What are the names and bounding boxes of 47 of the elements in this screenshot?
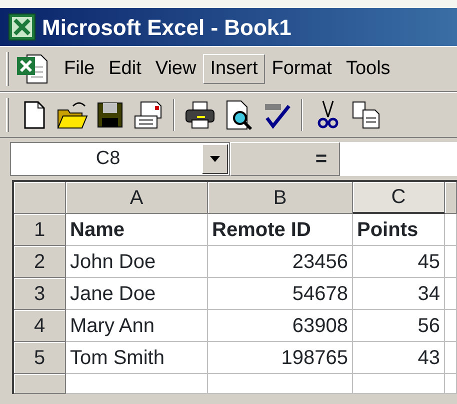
- window-title: Microsoft Excel - Book1: [42, 14, 292, 42]
- excel-logo-icon: [8, 13, 36, 41]
- table-cell: Name: [66, 214, 208, 246]
- menu-item[interactable]: File: [57, 54, 102, 84]
- row-header[interactable]: 5: [14, 342, 66, 374]
- column-header[interactable]: B: [208, 182, 353, 214]
- table-cell: [445, 310, 457, 342]
- table-cell: [445, 246, 457, 278]
- dropdown-button[interactable]: [202, 144, 228, 174]
- row-header[interactable]: 2: [14, 246, 66, 278]
- name-box[interactable]: C8: [10, 142, 230, 176]
- formula-field[interactable]: [340, 142, 457, 176]
- table-cell: Points: [353, 214, 445, 246]
- row-header[interactable]: [14, 374, 66, 394]
- menu-item[interactable]: Format: [264, 54, 339, 84]
- row-header[interactable]: 4: [14, 310, 66, 342]
- workbook-icon[interactable]: [15, 53, 49, 85]
- table-cell: 56: [353, 310, 445, 342]
- table-cell: Remote ID: [208, 214, 353, 246]
- column-header[interactable]: [445, 182, 457, 214]
- table-cell: [445, 342, 457, 374]
- table-cell: 43: [353, 342, 445, 374]
- table-cell: Tom Smith: [66, 342, 208, 374]
- caret-icon: [209, 155, 221, 163]
- table-cell: [445, 278, 457, 310]
- table-cell: Jane Doe: [66, 278, 208, 310]
- menu-item[interactable]: Tools: [338, 54, 398, 84]
- table-cell: 23456: [208, 246, 353, 278]
- table-cell: 54678: [208, 278, 353, 310]
- table-cell: 34: [353, 278, 445, 310]
- table-cell: 198765: [208, 342, 353, 374]
- column-header[interactable]: A: [66, 182, 208, 214]
- table-cell: 63908: [208, 310, 353, 342]
- table-cell: Mary Ann: [66, 310, 208, 342]
- menu-item[interactable]: Insert: [203, 54, 265, 84]
- menu-item[interactable]: View: [148, 54, 204, 84]
- row-header[interactable]: 1: [14, 214, 66, 246]
- table-cell: [445, 214, 457, 246]
- table-cell: [445, 374, 457, 394]
- table-cell: John Doe: [66, 246, 208, 278]
- equals-button[interactable]: =: [230, 142, 340, 176]
- row-header[interactable]: 3: [14, 278, 66, 310]
- cell-reference: C8: [96, 146, 120, 171]
- table-cell: 45: [353, 246, 445, 278]
- select-all-corner[interactable]: [14, 182, 66, 214]
- menu-item[interactable]: Edit: [102, 54, 148, 84]
- column-header[interactable]: C: [353, 182, 445, 214]
